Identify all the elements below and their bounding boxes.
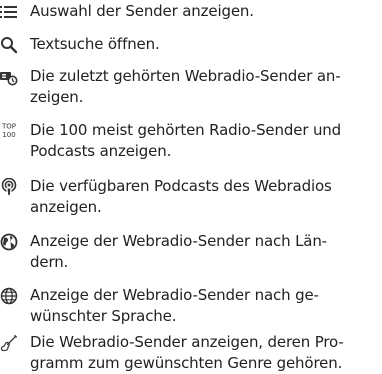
list-item-text: Die Webradio-Sender anzeigen, deren Pro-…	[30, 333, 344, 372]
list-item-text: Auswahl der Sender anzeigen.	[30, 2, 254, 20]
list-item-text: Anzeige der Webradio-Sender nach ge- wün…	[30, 286, 319, 325]
top-label: TOP	[1, 123, 16, 131]
feature-list: Auswahl der Sender anzeigen. Textsuche ö…	[0, 0, 382, 374]
hundred-label: 100	[2, 131, 15, 139]
guitar-icon	[0, 334, 18, 352]
recent-history-icon	[0, 68, 18, 86]
list-icon	[0, 3, 18, 21]
list-item-text: Die verfügbaren Podcasts des Webradios a…	[30, 177, 332, 216]
list-item-text: Anzeige der Webradio-Sender nach Län- de…	[30, 232, 327, 271]
podcast-icon	[0, 178, 18, 196]
list-item-text: Die 100 meist gehörten Radio-Sender und …	[30, 121, 342, 160]
globe-icon	[0, 233, 18, 251]
top-100-icon: TOP 100	[0, 121, 18, 140]
list-item-text: Die zuletzt gehörten Webradio-Sender an-…	[30, 67, 341, 106]
list-item-text: Textsuche öffnen.	[30, 35, 160, 53]
search-icon	[0, 36, 18, 54]
language-globe-icon	[0, 287, 18, 305]
